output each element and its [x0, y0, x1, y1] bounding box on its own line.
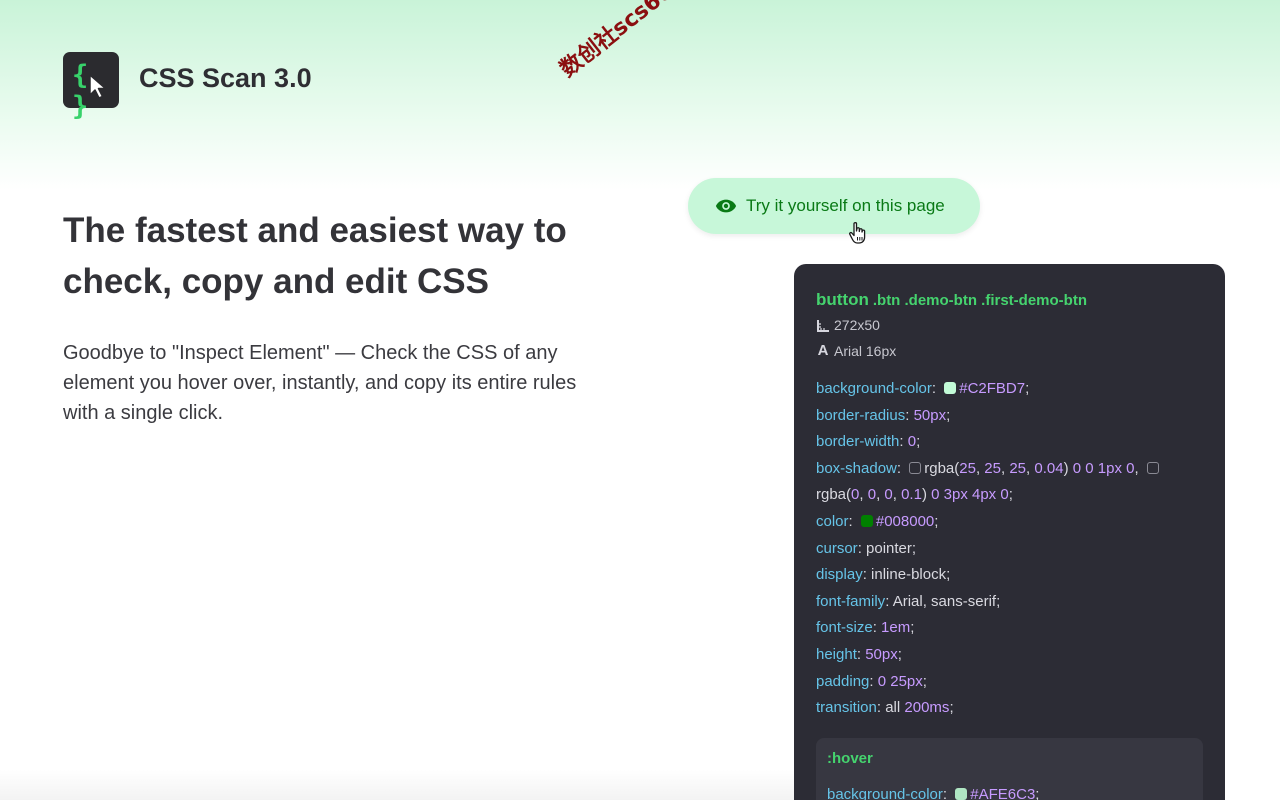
css-property-font-size[interactable]: font-size: 1em;: [816, 615, 1203, 642]
property-name: cursor: [816, 539, 858, 557]
property-name: font-size: [816, 619, 873, 637]
element-font: A Arial 16px: [816, 338, 1203, 364]
css-property-background-color[interactable]: background-color: #AFE6C3;: [827, 782, 1192, 800]
css-inspector-panel[interactable]: button .btn .demo-btn .first-demo-btn 272…: [794, 264, 1225, 800]
property-name: padding: [816, 672, 870, 690]
color-swatch: [860, 514, 873, 527]
property-value: 1em: [881, 619, 911, 637]
css-property-display[interactable]: display: inline-block;: [816, 562, 1203, 589]
selector-line: button .btn .demo-btn .first-demo-btn: [816, 288, 1203, 312]
css-property-transition[interactable]: transition: all 200ms;: [816, 695, 1203, 722]
bottom-fade: [0, 770, 794, 800]
property-name: color: [816, 512, 849, 530]
element-size: 272x50: [816, 312, 1203, 338]
property-name: background-color: [827, 785, 943, 800]
hover-title: :hover: [827, 749, 873, 767]
property-value: 0: [907, 433, 917, 451]
eye-icon: [715, 199, 737, 213]
cursor-arrow-icon: [89, 74, 107, 99]
css-property-border-width[interactable]: border-width: 0;: [816, 429, 1203, 456]
font-icon: A: [817, 342, 829, 359]
element-size-value: 272x50: [834, 317, 880, 333]
color-swatch: [1146, 461, 1159, 474]
property-value: inline-block: [871, 566, 947, 584]
hero-headline: The fastest and easiest way to check, co…: [63, 211, 567, 301]
color-swatch: [909, 461, 922, 474]
css-property-color[interactable]: color: #008000;: [816, 509, 1203, 536]
hero-subtext: Goodbye to "Inspect Element" — Check the…: [63, 342, 577, 424]
ruler-icon: [816, 319, 830, 332]
css-property-border-radius[interactable]: border-radius: 50px;: [816, 403, 1203, 430]
css-property-height[interactable]: height: 50px;: [816, 642, 1203, 669]
app-title[interactable]: CSS Scan 3.0: [139, 63, 312, 94]
hover-property-list: background-color: #AFE6C3;: [827, 782, 1192, 800]
css-property-padding[interactable]: padding: 0 25px;: [816, 669, 1203, 696]
property-value: pointer: [866, 539, 912, 557]
property-name: display: [816, 566, 863, 584]
color-swatch: [955, 787, 968, 800]
css-property-background-color[interactable]: background-color: #C2FBD7;: [816, 376, 1203, 403]
css-property-cursor[interactable]: cursor: pointer;: [816, 536, 1203, 563]
element-font-value: Arial 16px: [834, 343, 897, 359]
property-name: border-radius: [816, 406, 906, 424]
watermark-text: 数创社scs66: [555, 0, 679, 83]
property-name: font-family: [816, 592, 886, 610]
selector-tag: button: [816, 290, 869, 309]
property-name: border-width: [816, 433, 900, 451]
property-value: all 200ms: [885, 699, 950, 717]
property-value: 50px: [913, 406, 947, 424]
property-name: height: [816, 645, 857, 663]
css-property-list[interactable]: background-color: #C2FBD7; border-radius:…: [816, 376, 1203, 722]
selector-classes: .btn .demo-btn .first-demo-btn: [872, 292, 1087, 309]
css-property-box-shadow[interactable]: box-shadow: rgba(25, 25, 25, 0.04) 0 0 1…: [816, 456, 1203, 509]
app-logo[interactable]: { }: [63, 52, 119, 122]
property-value: 0 25px: [877, 672, 923, 690]
property-value: #AFE6C3: [970, 785, 1036, 800]
property-value: 50px: [865, 645, 898, 663]
property-value: Arial, sans-serif: [892, 592, 997, 610]
pointer-hand-icon: [849, 222, 866, 244]
css-property-font-family[interactable]: font-family: Arial, sans-serif;: [816, 589, 1203, 616]
try-it-yourself-button[interactable]: Try it yourself on this page: [688, 178, 980, 234]
color-swatch: [944, 382, 957, 394]
property-value: #008000: [875, 512, 935, 530]
property-name: transition: [816, 699, 877, 717]
property-value: #C2FBD7: [959, 380, 1026, 397]
property-name: background-color: [816, 380, 932, 397]
try-button-label: Try it yourself on this page: [746, 196, 945, 215]
property-name: box-shadow: [816, 459, 897, 477]
hover-state-block[interactable]: :hover background-color: #AFE6C3;: [816, 737, 1203, 800]
